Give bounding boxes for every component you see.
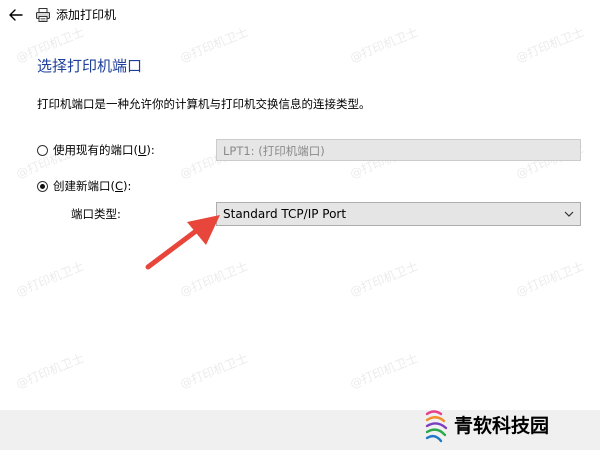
port-type-label: 端口类型: xyxy=(71,207,121,221)
brand-logo-icon xyxy=(425,410,448,443)
brand-logo-text: 青软科技园 xyxy=(454,415,550,437)
title-bar: 添加打印机 xyxy=(0,0,600,34)
port-type-value: Standard TCP/IP Port xyxy=(223,207,347,221)
add-printer-dialog: @打印机卫士 @打印机卫士 @打印机卫士 @打印机卫士 @打印机卫士 @打印机卫… xyxy=(0,0,600,450)
watermark: @打印机卫士 xyxy=(348,351,421,391)
watermark: @打印机卫士 xyxy=(178,259,251,299)
printer-icon xyxy=(35,7,51,23)
back-arrow-icon xyxy=(9,9,23,21)
chevron-down-icon[interactable] xyxy=(564,209,574,219)
watermark: @打印机卫士 xyxy=(348,259,421,299)
existing-port-dropdown[interactable]: LPT1: (打印机端口) xyxy=(216,139,581,161)
radio-button[interactable] xyxy=(37,144,48,156)
watermark: @打印机卫士 xyxy=(514,259,587,299)
use-existing-port-label: 使用现有的端口(U): xyxy=(53,143,155,157)
page-description: 打印机端口是一种允许你的计算机与打印机交换信息的连接类型。 xyxy=(37,97,371,111)
back-button[interactable] xyxy=(6,5,26,25)
create-new-port-radio[interactable]: 创建新端口(C): xyxy=(37,177,131,195)
port-type-dropdown[interactable]: Standard TCP/IP Port xyxy=(216,202,581,226)
window-title: 添加打印机 xyxy=(56,8,117,22)
watermark: @打印机卫士 xyxy=(178,351,251,391)
use-existing-port-radio[interactable]: 使用现有的端口(U): xyxy=(37,141,155,159)
create-new-port-label: 创建新端口(C): xyxy=(53,179,132,193)
existing-port-value: LPT1: (打印机端口) xyxy=(223,144,325,158)
watermark: @打印机卫士 xyxy=(14,351,87,391)
page-heading: 选择打印机端口 xyxy=(37,57,143,75)
watermark: @打印机卫士 xyxy=(14,259,87,299)
radio-button-selected[interactable] xyxy=(37,180,48,192)
